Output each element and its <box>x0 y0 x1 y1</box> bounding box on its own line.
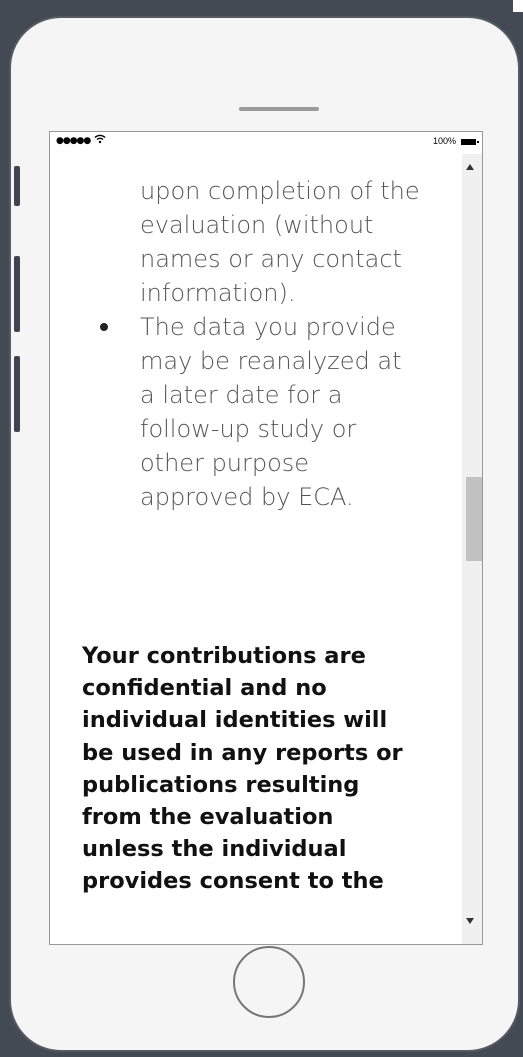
mute-switch <box>14 166 20 206</box>
notice-line: unless the individual <box>82 836 347 863</box>
list-item-line: evaluation (without <box>140 211 374 239</box>
notice-line: from the evaluation <box>82 804 334 831</box>
scroll-down-arrow-icon[interactable] <box>466 918 474 924</box>
list-item-line: names or any contact <box>140 245 402 273</box>
scroll-content[interactable]: upon completion of the evaluation (witho… <box>50 132 482 944</box>
list-item-line: may be reanalyzed at <box>140 347 402 375</box>
corner-tab <box>513 0 523 12</box>
notice-line: publications resulting <box>82 771 360 798</box>
list-item: The data you provide may be reanalyzed a… <box>100 310 480 514</box>
scroll-up-arrow-icon[interactable] <box>466 164 474 170</box>
scrollbar-thumb[interactable] <box>466 477 482 561</box>
phone-screen: ●●●●● 100% upon completion of the evalua… <box>49 131 483 945</box>
bullet-icon <box>100 323 108 331</box>
list-item-line: a later date for a <box>140 381 343 409</box>
list-item-line: approved by ECA. <box>140 483 354 511</box>
home-button[interactable] <box>233 946 305 1018</box>
vertical-scrollbar[interactable] <box>462 154 482 944</box>
notice-line: provides consent to the <box>82 868 384 895</box>
volume-up-button <box>14 256 20 332</box>
list-item-line: upon completion of the <box>140 177 420 205</box>
phone-frame: ●●●●● 100% upon completion of the evalua… <box>9 16 520 1052</box>
notice-line: individual identities will <box>82 707 388 734</box>
list-item-line: other purpose <box>140 449 310 477</box>
volume-down-button <box>14 356 20 432</box>
confidentiality-notice: Your contributions are confidential and … <box>82 640 462 898</box>
bullet-list: upon completion of the evaluation (witho… <box>100 174 480 514</box>
notice-line: confidential and no <box>82 675 327 702</box>
notice-line: Your contributions are <box>82 643 366 669</box>
speaker-grille <box>239 107 319 111</box>
list-item-line: follow-up study or <box>140 415 357 443</box>
list-item-line: The data you provide <box>140 313 396 341</box>
notice-line: be used in any reports or <box>82 739 403 766</box>
list-item-line: information). <box>140 279 296 307</box>
list-item: upon completion of the evaluation (witho… <box>140 174 480 310</box>
